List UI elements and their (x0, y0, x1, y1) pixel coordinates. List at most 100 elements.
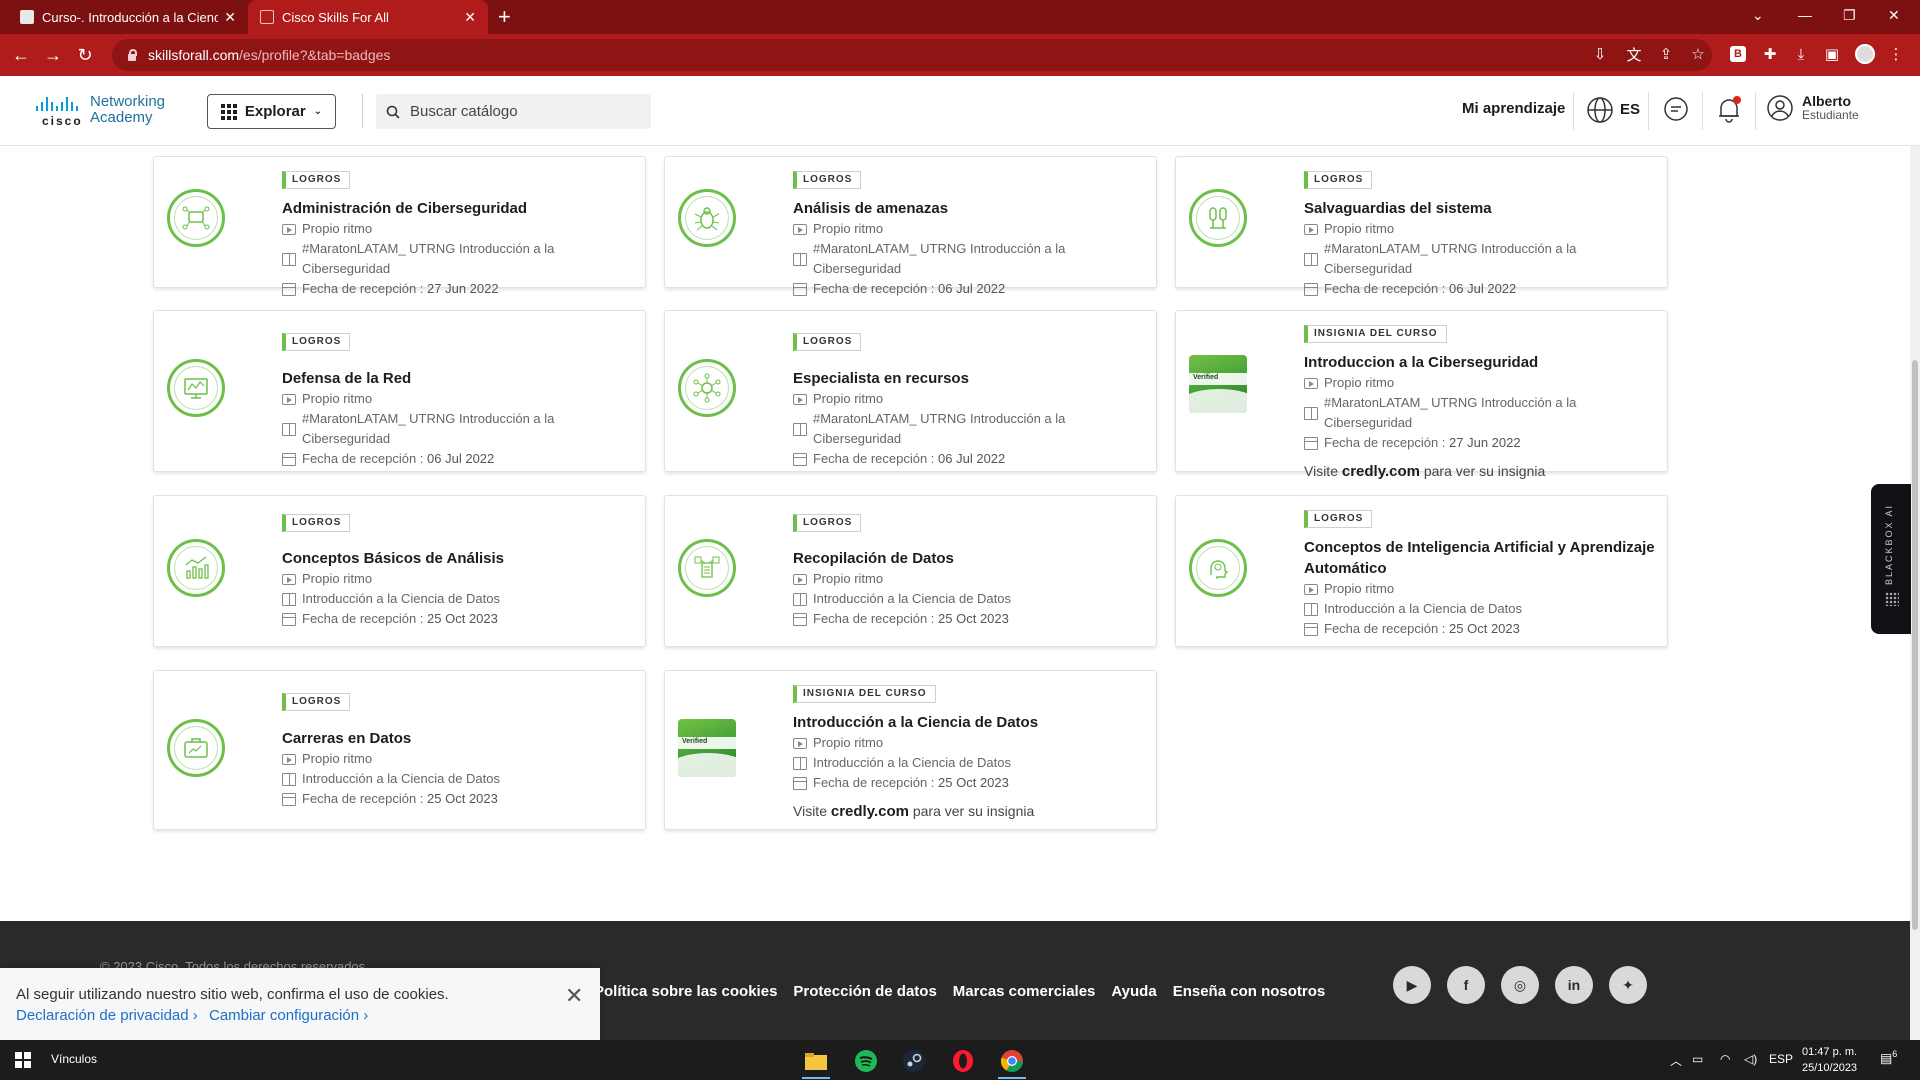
date-row: Fecha de recepción : 25 Oct 2023 (282, 609, 635, 629)
badge-card[interactable]: LOGROS Análisis de amenazas Propio ritmo… (664, 156, 1157, 296)
cisco-networking-academy-logo[interactable]: cisco Networking Academy (36, 94, 165, 128)
credly-link[interactable]: credly.com (1342, 463, 1420, 480)
privacy-statement-link[interactable]: Declaración de privacidad › (16, 1007, 198, 1024)
facebook-icon[interactable]: f (1447, 966, 1485, 1004)
calendar-icon (282, 612, 296, 626)
badge-title[interactable]: Carreras en Datos (282, 728, 635, 749)
badge-title[interactable]: Administración de Ciberseguridad (282, 198, 635, 219)
url-host: skillsforall.com (148, 47, 240, 63)
footer-link-cookies[interactable]: Política sobre las cookies (594, 983, 777, 1000)
youtube-icon[interactable]: ▶ (1393, 966, 1431, 1004)
course-badge-card[interactable]: Verified INSIGNIA DEL CURSO Introduccion… (1175, 310, 1668, 480)
badge-card[interactable]: LOGROS Salvaguardias del sistema Propio … (1175, 156, 1668, 296)
globe-icon[interactable] (1585, 95, 1615, 125)
restore-button[interactable]: ❐ (1843, 0, 1856, 30)
taskbar-clock[interactable]: 01:47 p. m. 25/10/2023 (1802, 1044, 1857, 1076)
badge-title[interactable]: Recopilación de Datos (793, 548, 1146, 569)
footer-link-trademarks[interactable]: Marcas comerciales (953, 983, 1096, 1000)
volume-icon[interactable]: ◁) (1744, 1052, 1757, 1066)
profile-avatar-icon[interactable] (1855, 44, 1875, 64)
opera-icon[interactable] (943, 1045, 983, 1077)
address-bar[interactable]: skillsforall.com/es/profile?&tab=badges (112, 39, 1712, 71)
browser-tab[interactable]: Curso-. Introducción a la Ciencia ✕ (8, 0, 248, 34)
bell-icon[interactable] (1714, 95, 1744, 125)
battery-icon[interactable]: ▭ (1692, 1052, 1703, 1066)
page-scrollbar[interactable] (1910, 146, 1920, 1040)
badge-title[interactable]: Defensa de la Red (282, 368, 635, 389)
links-toolbar-label[interactable]: Vínculos (51, 1052, 97, 1066)
chat-icon[interactable] (1661, 95, 1691, 125)
translate-icon[interactable]: 文 (1624, 44, 1644, 64)
back-button[interactable]: ← (6, 40, 36, 70)
language-selector[interactable]: ES (1620, 101, 1640, 118)
lock-icon (126, 49, 138, 61)
badge-title[interactable]: Conceptos Básicos de Análisis (282, 548, 635, 569)
notification-center-icon[interactable]: ▤6 (1880, 1049, 1897, 1066)
user-menu[interactable]: Alberto Estudiante (1766, 94, 1859, 122)
instagram-icon[interactable]: ◎ (1501, 966, 1539, 1004)
new-tab-button[interactable]: + (498, 4, 511, 30)
minimize-button[interactable]: — (1798, 0, 1812, 30)
search-input[interactable] (410, 103, 630, 120)
extension-b-icon[interactable]: B (1730, 46, 1746, 62)
notification-dot (1733, 96, 1741, 104)
badge-card[interactable]: LOGROS Conceptos de Inteligencia Artific… (1175, 495, 1668, 647)
close-window-button[interactable]: ✕ (1888, 0, 1900, 30)
user-name: Alberto (1802, 93, 1851, 109)
badge-title[interactable]: Análisis de amenazas (793, 198, 1146, 219)
downloads-icon[interactable]: ⤓ (1791, 44, 1811, 64)
explore-button[interactable]: Explorar ⌄ (207, 94, 336, 129)
close-tab-icon[interactable]: ✕ (224, 9, 236, 26)
search-box[interactable] (376, 94, 651, 129)
badge-card[interactable]: LOGROS Administración de Ciberseguridad … (153, 156, 646, 296)
badge-card[interactable]: LOGROS Defensa de la Red Propio ritmo #M… (153, 310, 646, 472)
share-icon[interactable]: ⇪ (1656, 44, 1676, 64)
change-settings-link[interactable]: Cambiar configuración › (209, 1007, 368, 1024)
forward-button[interactable]: → (38, 40, 68, 70)
calendar-icon (793, 612, 807, 626)
browser-menu-icon[interactable]: ⋮ (1886, 44, 1906, 64)
show-hidden-icons-icon[interactable]: ︿ (1670, 1052, 1682, 1069)
footer-links: Política sobre las cookies Protección de… (594, 983, 1325, 1000)
date-value: 25 Oct 2023 (427, 791, 498, 806)
side-panel-icon[interactable]: ▣ (1822, 44, 1842, 64)
extensions-puzzle-icon[interactable]: ✚ (1760, 44, 1780, 64)
badge-card[interactable]: LOGROS Carreras en Datos Propio ritmo In… (153, 670, 646, 830)
badge-title[interactable]: Salvaguardias del sistema (1304, 198, 1657, 219)
date-value: 25 Oct 2023 (938, 775, 1009, 790)
windows-start-icon[interactable] (15, 1052, 31, 1068)
my-learning-link[interactable]: Mi aprendizaje (1462, 100, 1565, 117)
wifi-icon[interactable]: ◠ (1720, 1052, 1730, 1066)
tab-search-icon[interactable]: ⌄ (1752, 0, 1764, 30)
chrome-icon[interactable] (992, 1045, 1032, 1079)
badge-title[interactable]: Introduccion a la Ciberseguridad (1304, 352, 1657, 373)
twitter-icon[interactable]: ✦ (1609, 966, 1647, 1004)
file-explorer-icon[interactable] (796, 1045, 836, 1079)
linkedin-icon[interactable]: in (1555, 966, 1593, 1004)
input-language[interactable]: ESP (1769, 1052, 1793, 1066)
credly-link[interactable]: credly.com (831, 803, 909, 820)
footer-link-data-protection[interactable]: Protección de datos (793, 983, 936, 1000)
badge-card[interactable]: LOGROS Recopilación de Datos Propio ritm… (664, 495, 1157, 647)
browser-tab-active[interactable]: Cisco Skills For All ✕ (248, 0, 488, 34)
pace-row: Propio ritmo (1304, 219, 1657, 239)
scrollbar-thumb[interactable] (1912, 360, 1918, 930)
close-tab-icon[interactable]: ✕ (464, 9, 476, 26)
bookmark-star-icon[interactable]: ☆ (1688, 44, 1708, 64)
cookie-close-icon[interactable]: ✕ (565, 985, 583, 1007)
reload-button[interactable]: ↻ (70, 40, 100, 70)
course-row: Introducción a la Ciencia de Datos (1304, 599, 1657, 619)
badge-card[interactable]: LOGROS Conceptos Básicos de Análisis Pro… (153, 495, 646, 647)
footer-link-help[interactable]: Ayuda (1111, 983, 1156, 1000)
course-badge-card[interactable]: Verified INSIGNIA DEL CURSO Introducción… (664, 670, 1157, 830)
blackbox-ai-tab[interactable]: BLACKBOX AI (1871, 484, 1911, 634)
steam-icon[interactable] (894, 1045, 934, 1077)
badge-title[interactable]: Especialista en recursos (793, 368, 1146, 389)
badge-title[interactable]: Introducción a la Ciencia de Datos (793, 712, 1146, 733)
badge-card[interactable]: LOGROS Especialista en recursos Propio r… (664, 310, 1157, 472)
spotify-icon[interactable] (846, 1045, 886, 1077)
badge-title[interactable]: Conceptos de Inteligencia Artificial y A… (1304, 537, 1657, 579)
install-app-icon[interactable]: ⇩ (1590, 44, 1610, 64)
footer-link-teach[interactable]: Enseña con nosotros (1173, 983, 1326, 1000)
pace-row: Propio ritmo (793, 219, 1146, 239)
